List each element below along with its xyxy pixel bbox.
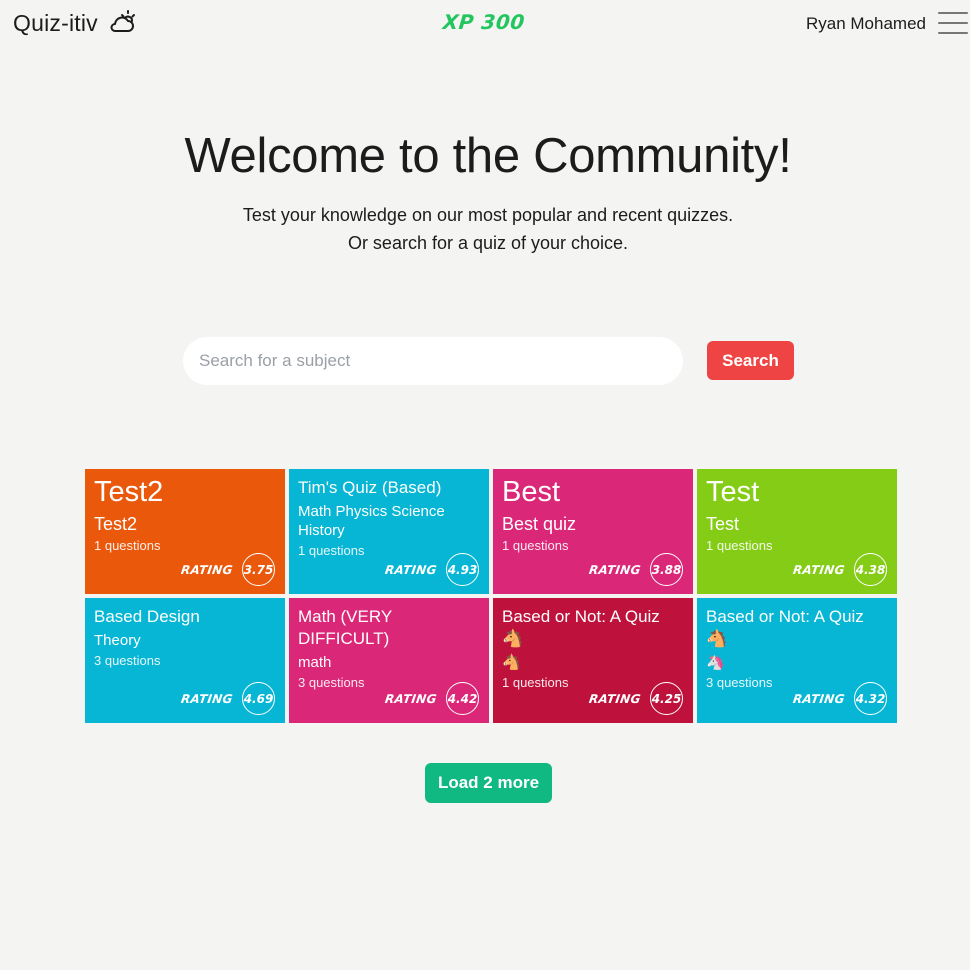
quiz-card[interactable]: Based or Not: A Quiz 🐴 🦄 3 questions RAT…: [697, 598, 897, 723]
load-more-button[interactable]: Load 2 more: [425, 763, 552, 803]
page-title: Welcome to the Community!: [184, 129, 792, 183]
quiz-title: Based or Not: A Quiz 🐴: [706, 607, 864, 648]
quiz-rating: RATING 4.32: [792, 682, 887, 715]
quiz-card[interactable]: Based Design Theory 3 questions RATING 4…: [85, 598, 285, 723]
rating-label: RATING: [180, 691, 234, 706]
brand-logo-link[interactable]: Quiz-itiv: [13, 9, 136, 37]
rating-badge: 4.93: [446, 553, 479, 586]
rating-badge: 4.25: [650, 682, 683, 715]
quiz-description: Theory: [94, 632, 141, 649]
quiz-title: Test2: [94, 476, 164, 508]
quiz-rating: RATING 4.42: [384, 682, 479, 715]
top-navbar: Quiz-itiv XP 300 Ryan Mohamed: [0, 0, 970, 50]
rating-label: RATING: [180, 562, 234, 577]
quiz-rating: RATING 4.25: [588, 682, 683, 715]
brand-name: Quiz-itiv: [13, 9, 98, 36]
quiz-description: 🦄: [706, 654, 725, 671]
hero-subtitle-line-2: Or search for a quiz of your choice.: [347, 233, 629, 253]
quiz-question-count: 1 questions: [706, 538, 773, 553]
quiz-title: Tim's Quiz (Based): [298, 478, 442, 497]
quiz-card[interactable]: Test Test 1 questions RATING 4.38: [697, 469, 897, 594]
rating-label: RATING: [792, 691, 846, 706]
quiz-rating: RATING 4.38: [792, 553, 887, 586]
quiz-title: Best: [502, 476, 561, 508]
hamburger-menu-icon[interactable]: [938, 12, 968, 36]
rating-label: RATING: [792, 562, 846, 577]
rating-label: RATING: [384, 691, 438, 706]
quiz-description: Test: [706, 514, 740, 534]
xp-counter: XP 300: [441, 10, 527, 34]
rating-badge: 4.69: [242, 682, 275, 715]
quiz-description: Best quiz: [502, 514, 577, 534]
cloud-sun-icon: [108, 9, 136, 37]
quiz-rating: RATING 3.75: [180, 553, 275, 586]
quiz-description: Test2: [94, 514, 138, 534]
rating-label: RATING: [588, 691, 642, 706]
quiz-description: Math Physics Science History: [298, 503, 445, 539]
quiz-card[interactable]: Math (VERY DIFFICULT) math 3 questions R…: [289, 598, 489, 723]
rating-badge: 4.42: [446, 682, 479, 715]
search-button[interactable]: Search: [707, 341, 794, 380]
quiz-rating: RATING 3.88: [588, 553, 683, 586]
quiz-title: Test: [706, 476, 760, 508]
hero-section: Welcome to the Community! Test your know…: [0, 128, 970, 257]
quiz-question-count: 1 questions: [94, 538, 161, 553]
quiz-card[interactable]: Based or Not: A Quiz 🐴 🐴 1 questions RAT…: [493, 598, 693, 723]
rating-badge: 3.88: [650, 553, 683, 586]
quiz-rating: RATING 4.69: [180, 682, 275, 715]
quiz-title: Based or Not: A Quiz 🐴: [502, 607, 660, 648]
quiz-question-count: 1 questions: [502, 538, 569, 553]
rating-badge: 4.32: [854, 682, 887, 715]
quiz-description: math: [298, 654, 332, 671]
user-name-link[interactable]: Ryan Mohamed: [806, 14, 926, 34]
quiz-card[interactable]: Best Best quiz 1 questions RATING 3.88: [493, 469, 693, 594]
quiz-rating: RATING 4.93: [384, 553, 479, 586]
quiz-card[interactable]: Test2 Test2 1 questions RATING 3.75: [85, 469, 285, 594]
quiz-description: 🐴: [502, 654, 521, 671]
quiz-title: Math (VERY DIFFICULT): [298, 607, 392, 648]
quiz-card[interactable]: Tim's Quiz (Based) Math Physics Science …: [289, 469, 489, 594]
hero-subtitle: Test your knowledge on our most popular …: [0, 201, 970, 257]
quiz-title: Based Design: [94, 607, 200, 626]
rating-label: RATING: [384, 562, 438, 577]
search-input[interactable]: [183, 337, 683, 385]
quiz-question-count: 3 questions: [94, 653, 161, 668]
rating-badge: 3.75: [242, 553, 275, 586]
rating-label: RATING: [588, 562, 642, 577]
rating-badge: 4.38: [854, 553, 887, 586]
hero-subtitle-line-1: Test your knowledge on our most popular …: [242, 205, 734, 225]
